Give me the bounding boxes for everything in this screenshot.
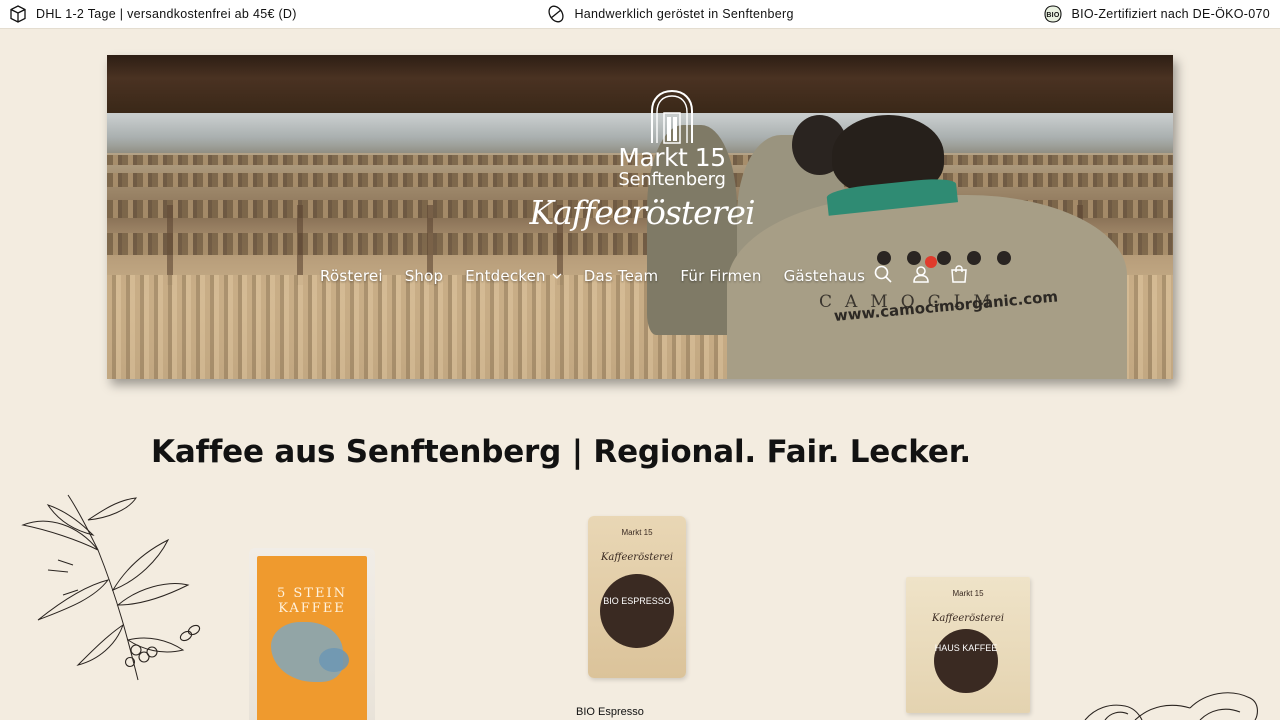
- product-image: 5 STEIN KAFFEE: [249, 548, 375, 720]
- product-bag-script: Kaffeerösterei: [600, 552, 674, 563]
- search-icon[interactable]: [873, 264, 893, 289]
- product-bag-text: 5 STEIN KAFFEE: [277, 586, 347, 616]
- nav-item-shop[interactable]: Shop: [405, 267, 444, 285]
- site-logo[interactable]: Markt 15 Senftenberg: [577, 89, 767, 189]
- product-bag-script: Kaffeerösterei: [931, 613, 1005, 624]
- product-image: Markt 15 Kaffeerösterei BIO ESPRESSO: [588, 516, 686, 678]
- announcement-roasting: Handwerklich geröstet in Senftenberg: [546, 4, 793, 24]
- coffee-bean-icon: [546, 4, 566, 24]
- product-bag-name: BIO ESPRESSO: [600, 574, 674, 648]
- announcement-bar: DHL 1-2 Tage | versandkostenfrei ab 45€ …: [0, 0, 1280, 29]
- product-bag-brand: Markt 15: [621, 528, 653, 537]
- product-image: Markt 15 Kaffeerösterei HAUS KAFFEE: [906, 577, 1030, 713]
- hero-banner: CAMOCIM www.camocimorganic.com Markt 15 …: [107, 55, 1173, 379]
- logo-script: Kaffeerösterei: [529, 193, 755, 232]
- account-icon[interactable]: [911, 256, 937, 289]
- product-label: 5 STEIN KAFFEE: [257, 556, 367, 720]
- coffee-beans-illustration: [1084, 692, 1258, 720]
- nav-item-entdecken[interactable]: Entdecken: [465, 267, 562, 285]
- svg-text:BIO: BIO: [1047, 12, 1061, 19]
- shipping-text: DHL 1-2 Tage | versandkostenfrei ab 45€ …: [36, 7, 297, 21]
- nav-item-label: Entdecken: [465, 267, 546, 285]
- announcement-organic: BIO BIO-Zertifiziert nach DE-ÖKO-070: [1043, 4, 1270, 24]
- organic-text: BIO-Zertifiziert nach DE-ÖKO-070: [1071, 7, 1270, 21]
- logo-arch-icon: [651, 89, 693, 144]
- main-navigation: Rösterei Shop Entdecken Das Team Für Fir…: [320, 267, 887, 285]
- notification-badge: [925, 256, 937, 268]
- product-card[interactable]: Markt 15 Kaffeerösterei HAUS KAFFEE: [906, 577, 1030, 713]
- product-card[interactable]: 5 STEIN KAFFEE: [249, 548, 375, 720]
- nav-item-roesterei[interactable]: Rösterei: [320, 267, 383, 285]
- cart-icon[interactable]: [949, 264, 969, 289]
- hero-sign-dots: [877, 251, 1011, 265]
- bio-seal-icon: BIO: [1043, 4, 1063, 24]
- product-title[interactable]: BIO Espresso: [576, 706, 644, 718]
- chevron-down-icon: [552, 273, 562, 279]
- logo-city: Senftenberg: [618, 169, 726, 190]
- coffee-plant-illustration: [21, 494, 201, 681]
- page-title: Kaffee aus Senftenberg | Regional. Fair.…: [151, 434, 971, 470]
- product-bag-brand: Markt 15: [952, 589, 984, 598]
- nav-item-gaestehaus[interactable]: Gästehaus: [784, 267, 866, 285]
- box-icon: [8, 4, 28, 24]
- nav-item-das-team[interactable]: Das Team: [584, 267, 659, 285]
- product-bag-map: [319, 648, 349, 672]
- announcement-shipping: DHL 1-2 Tage | versandkostenfrei ab 45€ …: [8, 4, 297, 24]
- header-icons: [873, 256, 969, 289]
- nav-item-fuer-firmen[interactable]: Für Firmen: [680, 267, 761, 285]
- roasting-text: Handwerklich geröstet in Senftenberg: [574, 7, 794, 21]
- product-bag-name: HAUS KAFFEE: [934, 629, 998, 693]
- product-card[interactable]: Markt 15 Kaffeerösterei BIO ESPRESSO: [588, 516, 686, 678]
- logo-brand: Markt 15: [618, 143, 726, 172]
